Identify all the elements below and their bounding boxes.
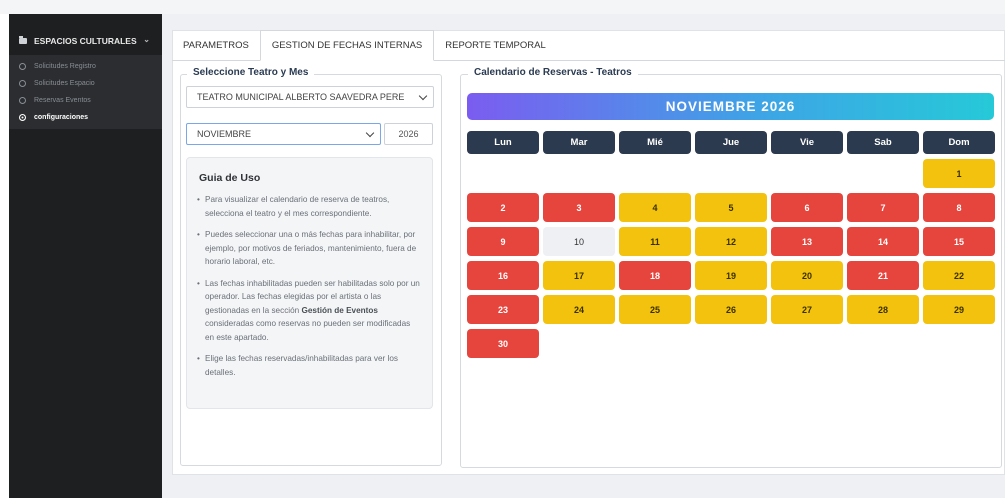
calendar-day-red[interactable]: 9 xyxy=(467,227,539,256)
year-input[interactable]: 2026 xyxy=(384,123,433,145)
weekday-header: Mar xyxy=(543,131,615,154)
weekday-header: Dom xyxy=(923,131,995,154)
guide-title: Guia de Uso xyxy=(199,172,261,184)
sidebar-item-reservas-eventos[interactable]: Reservas Eventos xyxy=(19,93,91,107)
top-strip xyxy=(0,0,1005,14)
weekday-header: Vie xyxy=(771,131,843,154)
calendar-legend: Calendario de Reservas - Teatros xyxy=(468,67,638,78)
chevron-down-icon: ⌄ xyxy=(143,35,150,44)
guide-item: Las fechas inhabilitadas pueden ser habi… xyxy=(197,277,421,345)
sidebar-item-label: configuraciones xyxy=(34,113,89,121)
sidebar-submenu: Solicitudes Registro Solicitudes Espacio… xyxy=(9,55,162,129)
calendar-day-yellow[interactable]: 5 xyxy=(695,193,767,222)
tab-gestion-de-fechas-internas[interactable]: GESTION DE FECHAS INTERNAS xyxy=(259,30,435,61)
calendar-day-yellow[interactable]: 17 xyxy=(543,261,615,290)
guide-item: Para visualizar el calendario de reserva… xyxy=(197,193,421,220)
calendar-day-yellow[interactable]: 12 xyxy=(695,227,767,256)
calendar-day-red[interactable]: 18 xyxy=(619,261,691,290)
theater-select-value: TEATRO MUNICIPAL ALBERTO SAAVEDRA PERE xyxy=(197,92,405,102)
sidebar-item-label: Reservas Eventos xyxy=(34,96,91,104)
calendar-day-red[interactable]: 6 xyxy=(771,193,843,222)
calendar-day-red[interactable]: 23 xyxy=(467,295,539,324)
calendar-day-red[interactable]: 8 xyxy=(923,193,995,222)
calendar-day-yellow[interactable]: 24 xyxy=(543,295,615,324)
weekday-header: Lun xyxy=(467,131,539,154)
folder-icon xyxy=(19,36,27,44)
circle-icon xyxy=(19,62,26,70)
calendar-day-red[interactable]: 30 xyxy=(467,329,539,358)
calendar-day-yellow[interactable]: 1 xyxy=(923,159,995,188)
sidebar-item-configuraciones[interactable]: configuraciones xyxy=(19,110,88,124)
month-select-value: NOVIEMBRE xyxy=(197,129,252,139)
calendar-day-yellow[interactable]: 4 xyxy=(619,193,691,222)
sidebar-item-label: Solicitudes Registro xyxy=(34,62,96,70)
chevron-down-icon xyxy=(418,91,428,101)
calendar-day-red[interactable]: 3 xyxy=(543,193,615,222)
sidebar: ESPACIOS CULTURALES ⌄ Solicitudes Regist… xyxy=(9,14,162,498)
guide-list: Para visualizar el calendario de reserva… xyxy=(197,193,421,387)
tab-bar: PARAMETROS GESTION DE FECHAS INTERNAS RE… xyxy=(172,30,557,61)
guide-item: Puedes seleccionar una o más fechas para… xyxy=(197,228,421,269)
calendar-day-red[interactable]: 13 xyxy=(771,227,843,256)
circle-icon xyxy=(19,79,26,87)
calendar-day-red[interactable]: 14 xyxy=(847,227,919,256)
calendar-day-yellow[interactable]: 27 xyxy=(771,295,843,324)
sidebar-item-label: Solicitudes Espacio xyxy=(34,79,95,87)
weekday-header: Jue xyxy=(695,131,767,154)
tab-reporte-temporal[interactable]: REPORTE TEMPORAL xyxy=(434,30,556,60)
calendar-day-red[interactable]: 15 xyxy=(923,227,995,256)
circle-icon xyxy=(19,113,26,121)
weekday-header: Mié xyxy=(619,131,691,154)
tab-parametros[interactable]: PARAMETROS xyxy=(172,30,260,60)
calendar-day-free[interactable]: 10 xyxy=(543,227,615,256)
calendar-day-yellow[interactable]: 28 xyxy=(847,295,919,324)
calendar-day-red[interactable]: 21 xyxy=(847,261,919,290)
sidebar-item-solicitudes-espacio[interactable]: Solicitudes Espacio xyxy=(19,76,95,90)
calendar-month-title: NOVIEMBRE 2026 xyxy=(467,93,994,120)
calendar-day-yellow[interactable]: 19 xyxy=(695,261,767,290)
sidebar-group-label: ESPACIOS CULTURALES xyxy=(34,36,137,46)
calendar-day-red[interactable]: 7 xyxy=(847,193,919,222)
sidebar-group-espacios-culturales[interactable]: ESPACIOS CULTURALES ⌄ xyxy=(9,30,162,52)
sidebar-item-solicitudes-registro[interactable]: Solicitudes Registro xyxy=(19,59,96,73)
calendar-day-yellow[interactable]: 29 xyxy=(923,295,995,324)
chevron-down-icon xyxy=(365,128,375,138)
guide-item: Elige las fechas reservadas/inhabilitada… xyxy=(197,352,421,379)
calendar-day-yellow[interactable]: 22 xyxy=(923,261,995,290)
calendar-day-yellow[interactable]: 25 xyxy=(619,295,691,324)
month-select[interactable]: NOVIEMBRE xyxy=(186,123,381,145)
calendar-day-yellow[interactable]: 20 xyxy=(771,261,843,290)
theater-select[interactable]: TEATRO MUNICIPAL ALBERTO SAAVEDRA PERE xyxy=(186,86,434,108)
calendar-day-yellow[interactable]: 26 xyxy=(695,295,767,324)
calendar-day-red[interactable]: 2 xyxy=(467,193,539,222)
theater-month-legend: Seleccione Teatro y Mes xyxy=(187,67,315,78)
weekday-header: Sab xyxy=(847,131,919,154)
calendar-day-red[interactable]: 16 xyxy=(467,261,539,290)
calendar-day-yellow[interactable]: 11 xyxy=(619,227,691,256)
circle-icon xyxy=(19,96,26,104)
usage-guide: Guia de Uso Para visualizar el calendari… xyxy=(186,157,433,409)
